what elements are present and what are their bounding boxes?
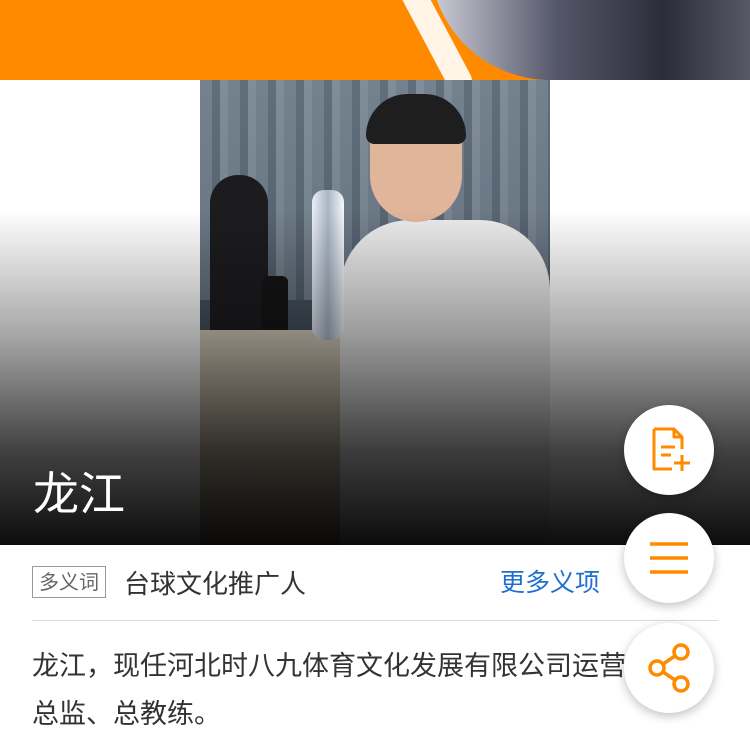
more-senses-link[interactable]: 更多义项 [500,563,600,599]
entry-title: 龙江 [33,467,125,521]
sense-row: 多义词 台球文化推广人 [32,560,718,604]
top-banner [0,0,750,80]
divider [32,620,718,621]
add-entry-button[interactable] [624,405,714,495]
menu-button[interactable] [624,513,714,603]
share-button[interactable] [624,623,714,713]
banner-image [430,0,750,80]
entry-summary: 龙江，现任河北时八九体育文化发展有限公司运营总监、总教练。 [32,651,626,730]
polysemy-tag: 多义词 [32,566,106,598]
share-icon [648,643,690,693]
document-plus-icon [652,427,690,471]
sense-label: 台球文化推广人 [124,569,307,600]
hamburger-menu-icon [650,542,688,574]
